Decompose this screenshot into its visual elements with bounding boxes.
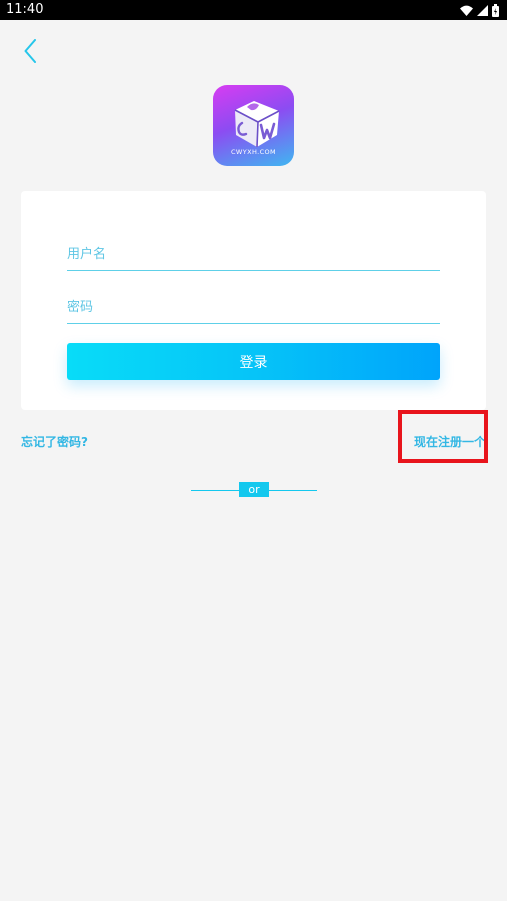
or-divider-label: or (239, 482, 269, 497)
divider-line-left (191, 490, 239, 491)
chevron-left-icon (24, 39, 36, 63)
username-input[interactable]: 用户名 (67, 236, 440, 271)
status-time: 11:40 (6, 2, 44, 17)
login-button[interactable]: 登录 (67, 343, 440, 380)
register-highlight-box (398, 410, 488, 463)
username-placeholder: 用户名 (67, 247, 107, 262)
logo-text: CWYXH.COM (230, 148, 277, 156)
status-icons (460, 3, 499, 17)
forgot-password-link[interactable]: 忘记了密码? (21, 433, 88, 450)
battery-icon (492, 3, 499, 17)
password-input[interactable]: 密码 (67, 289, 440, 324)
divider-line-right (269, 490, 317, 491)
back-button[interactable] (16, 36, 44, 66)
wifi-icon (460, 5, 473, 16)
app-logo: CWYXH.COM (213, 85, 294, 166)
status-bar: 11:40 (0, 0, 507, 20)
password-placeholder: 密码 (67, 300, 94, 315)
signal-icon (477, 4, 488, 16)
